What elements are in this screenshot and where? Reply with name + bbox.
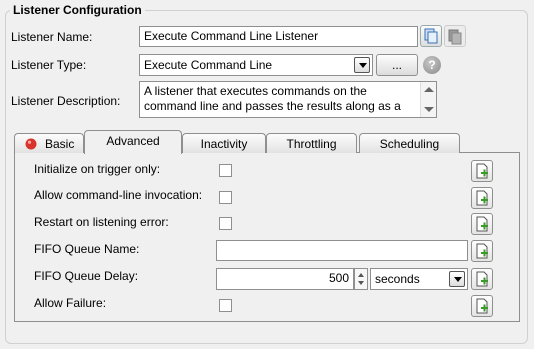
tab-basic-label: Basic — [45, 137, 75, 151]
listener-type-label: Listener Type: — [11, 58, 87, 72]
description-line-1: A listener that executes commands on the — [144, 84, 367, 98]
error-icon — [25, 138, 37, 150]
add-button-allow-failure[interactable] — [471, 295, 493, 317]
fifo-name-label: FIFO Queue Name: — [34, 242, 140, 256]
add-icon — [476, 298, 488, 314]
allow-failure-checkbox[interactable] — [219, 299, 232, 312]
restart-label: Restart on listening error: — [34, 215, 169, 229]
add-button-restart[interactable] — [471, 213, 493, 235]
listener-type-select[interactable]: Execute Command Line — [139, 54, 373, 76]
add-button-init-trigger[interactable] — [471, 160, 493, 182]
chevron-down-icon[interactable] — [354, 57, 370, 73]
listener-description-label: Listener Description: — [11, 94, 121, 108]
section-title: Listener Configuration — [10, 3, 145, 17]
listener-name-label: Listener Name: — [11, 30, 93, 44]
chevron-down-icon[interactable] — [449, 271, 465, 287]
listener-name-input[interactable]: Execute Command Line Listener — [139, 26, 418, 47]
add-icon — [476, 163, 488, 179]
add-icon — [476, 243, 488, 259]
scroll-up-icon[interactable] — [424, 87, 434, 92]
allow-cmdline-checkbox[interactable] — [219, 191, 232, 204]
add-button-fifo-delay[interactable] — [471, 268, 493, 290]
tab-advanced[interactable]: Advanced — [84, 130, 182, 154]
allow-cmdline-label: Allow command-line invocation: — [34, 188, 203, 202]
fifo-delay-unit-select[interactable]: seconds — [370, 268, 468, 290]
help-icon[interactable]: ? — [423, 56, 441, 74]
init-trigger-checkbox[interactable] — [219, 164, 232, 177]
paste-icon — [448, 29, 462, 45]
tab-scheduling[interactable]: Scheduling — [359, 133, 460, 153]
add-icon — [476, 271, 488, 287]
add-icon — [476, 216, 488, 232]
description-line-2: command line and passes the results alon… — [144, 99, 401, 113]
paste-button[interactable] — [444, 25, 466, 47]
tab-throttling[interactable]: Throttling — [266, 133, 357, 153]
copy-button[interactable] — [420, 25, 442, 47]
copy-icon — [424, 28, 438, 44]
tab-inactivity[interactable]: Inactivity — [182, 133, 266, 153]
browse-button[interactable]: ... — [376, 54, 418, 76]
spinner-arrows-icon — [358, 273, 364, 285]
fifo-delay-input[interactable]: 500 — [216, 268, 354, 290]
listener-description-textarea[interactable]: A listener that executes commands on the… — [139, 81, 437, 118]
fifo-delay-unit-value: seconds — [375, 272, 420, 286]
restart-checkbox[interactable] — [219, 217, 232, 230]
fifo-delay-spinner[interactable] — [354, 268, 368, 290]
listener-type-value: Execute Command Line — [144, 58, 273, 72]
scroll-down-icon[interactable] — [424, 107, 434, 112]
tab-basic[interactable]: Basic — [14, 133, 84, 153]
init-trigger-label: Initialize on trigger only: — [34, 162, 161, 176]
fifo-delay-label: FIFO Queue Delay: — [34, 269, 139, 283]
description-scrollbar[interactable] — [420, 82, 436, 117]
add-icon — [476, 190, 488, 206]
fifo-name-input[interactable] — [216, 240, 468, 261]
add-button-allow-cmdline[interactable] — [471, 187, 493, 209]
allow-failure-label: Allow Failure: — [34, 296, 107, 310]
add-button-fifo-name[interactable] — [471, 240, 493, 262]
